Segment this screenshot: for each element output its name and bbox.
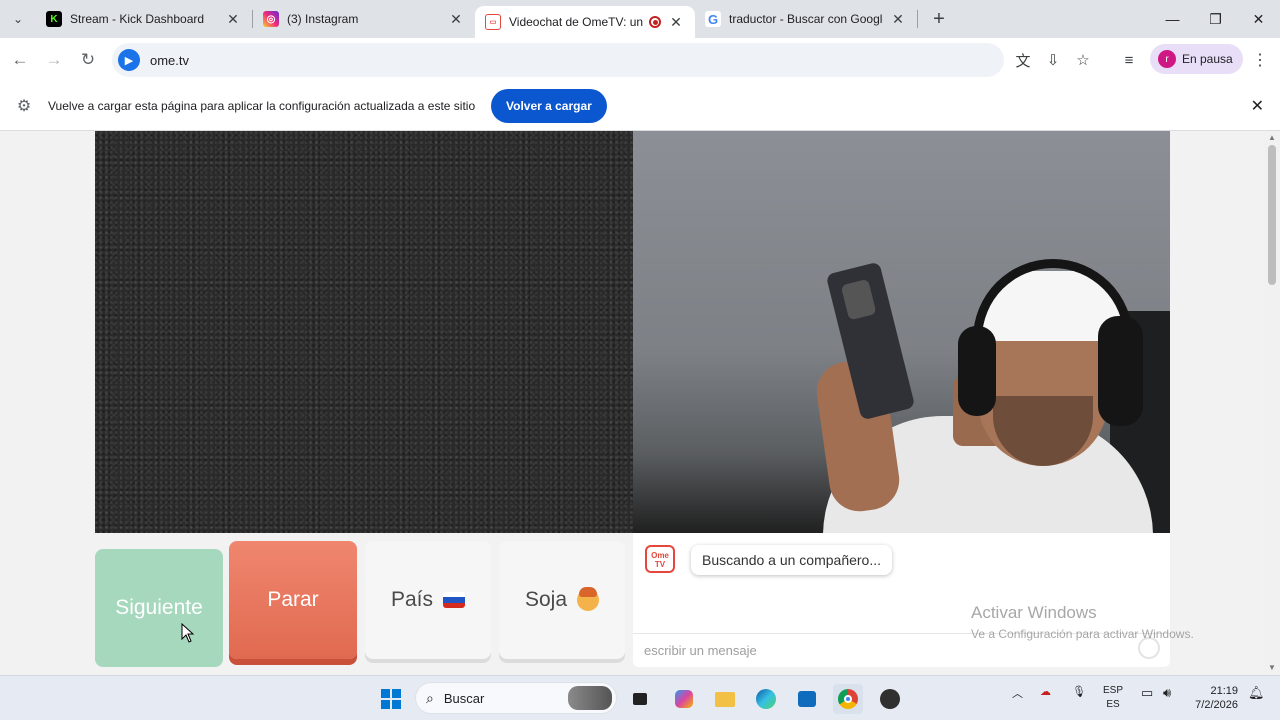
reload-infobar: ⚙ Vuelve a cargar esta página para aplic…	[0, 81, 1280, 131]
profile-button[interactable]: r En pausa	[1150, 44, 1243, 74]
instagram-icon: ◎	[263, 11, 279, 27]
person-emoji-icon	[577, 587, 600, 611]
tab-title: traductor - Buscar con Google	[729, 12, 883, 26]
tab-search-dropdown-icon[interactable]: ⌄	[0, 0, 36, 38]
site-info-icon[interactable]: ▶	[118, 49, 140, 71]
tab-strip: ⌄ K Stream - Kick Dashboard ✕ ◎ (3) Inst…	[0, 0, 1280, 38]
close-tab-icon[interactable]: ✕	[667, 13, 685, 31]
chrome-icon[interactable]	[833, 684, 863, 714]
tab-title: (3) Instagram	[287, 12, 359, 26]
partner-video	[95, 131, 633, 533]
gear-icon: ⚙	[16, 97, 32, 115]
close-tab-icon[interactable]: ✕	[447, 10, 465, 28]
tab-google-translate[interactable]: G traductor - Buscar con Google ✕	[695, 0, 917, 38]
clock-time: 21:19	[1210, 685, 1238, 697]
tab-title: Stream - Kick Dashboard	[70, 12, 205, 26]
bookmark-star-icon[interactable]: ☆	[1068, 45, 1098, 75]
chat-panel: Ome TV Buscando a un compañero... escrib…	[633, 533, 1170, 667]
gender-label: Soja	[524, 588, 568, 611]
restore-icon[interactable]: ❐	[1194, 0, 1237, 38]
onedrive-icon[interactable]: ☁	[1040, 685, 1051, 698]
ometv-page: Siguiente Parar País Soja Ome TV Buscand…	[0, 131, 1280, 675]
reload-icon[interactable]: ↻	[71, 43, 105, 77]
ometv-logo: Ome TV	[645, 545, 675, 573]
kick-icon: K	[46, 11, 62, 27]
infobar-message: Vuelve a cargar esta página para aplicar…	[48, 98, 476, 113]
minimize-icon[interactable]: —	[1151, 0, 1194, 38]
recording-icon	[649, 16, 661, 28]
language-top: ESP	[1102, 685, 1123, 696]
google-icon: G	[705, 11, 721, 27]
logo-text-bottom: TV	[654, 560, 666, 569]
copilot-icon[interactable]	[669, 684, 699, 714]
show-hidden-icons[interactable]: ︿	[1012, 685, 1023, 701]
microphone-icon[interactable]: 🎙︎	[1072, 685, 1086, 698]
language-bottom: ES	[1106, 699, 1120, 710]
search-highlight-icon	[568, 686, 612, 710]
tab-title: Videochat de OmeTV: una a	[509, 15, 643, 29]
volume-icon[interactable]: 🔊︎	[1163, 685, 1171, 701]
search-icon: ⌕	[426, 689, 434, 706]
browser-toolbar: ← → ↻ ▶ ome.tv 文 ⇩ ☆ ≡ r En pausa ⋮	[0, 38, 1280, 81]
reload-page-button[interactable]: Volver a cargar	[491, 89, 607, 123]
scroll-down-icon[interactable]: ▼	[1268, 664, 1276, 672]
task-view-icon[interactable]	[625, 684, 655, 714]
search-label: Buscar	[443, 690, 485, 706]
gender-button[interactable]: Soja	[499, 541, 625, 659]
close-infobar-icon[interactable]: ✕	[1251, 96, 1264, 116]
edge-icon[interactable]	[751, 684, 781, 714]
obs-icon[interactable]	[875, 684, 905, 714]
address-bar[interactable]: ▶ ome.tv	[112, 43, 1004, 77]
clock-date: 7/2/2026	[1195, 699, 1238, 711]
activate-windows-title: Activar Windows	[971, 603, 1097, 622]
ometv-icon: ▭	[485, 14, 501, 30]
media-controls-icon[interactable]: ≡	[1114, 45, 1144, 75]
back-icon[interactable]: ←	[3, 43, 37, 77]
tab-kick-dashboard[interactable]: K Stream - Kick Dashboard ✕	[36, 0, 252, 38]
logo-text-top: Ome	[651, 551, 669, 560]
window-controls: — ❐ ✕	[1151, 0, 1280, 38]
country-button[interactable]: País	[365, 541, 491, 659]
status-message: Buscando a un compañero...	[691, 545, 893, 575]
taskbar-search[interactable]: ⌕ Buscar	[415, 682, 617, 714]
tab-instagram[interactable]: ◎ (3) Instagram ✕	[253, 0, 475, 38]
scrollbar-thumb[interactable]	[1268, 145, 1276, 285]
page-scrollbar[interactable]: ▲ ▼	[1264, 131, 1280, 675]
headphone-right	[1098, 316, 1143, 426]
country-label: País	[390, 588, 434, 611]
headphone-left	[958, 326, 996, 416]
phone-camera-lens	[840, 278, 877, 321]
stop-button[interactable]: Parar	[229, 541, 357, 659]
taskbar-clock[interactable]: 21:19 7/2/2026	[1190, 684, 1238, 712]
scroll-up-icon[interactable]: ▲	[1268, 134, 1276, 142]
avatar: r	[1158, 50, 1176, 68]
forward-icon[interactable]: →	[37, 43, 71, 77]
more-menu-icon[interactable]: ⋮	[1246, 46, 1274, 74]
close-tab-icon[interactable]: ✕	[224, 10, 242, 28]
windows-start-icon[interactable]	[376, 684, 406, 714]
url-text[interactable]: ome.tv	[150, 53, 189, 68]
store-icon[interactable]	[792, 684, 822, 714]
windows-taskbar: ⌕ Buscar ︿ ☁ 🎙︎ ESP ES ▭ 🔊︎ 21:19 7/2/20…	[0, 675, 1280, 720]
close-tab-icon[interactable]: ✕	[889, 10, 907, 28]
next-button[interactable]: Siguiente	[95, 549, 223, 667]
file-explorer-icon[interactable]	[710, 684, 740, 714]
activate-windows-subtitle: Ve a Configuración para activar Windows.	[971, 627, 1194, 641]
toolbar-icons: 文 ⇩ ☆ ≡	[1008, 43, 1144, 77]
self-camera-video	[633, 131, 1170, 533]
new-tab-icon[interactable]: +	[924, 4, 954, 34]
network-icon[interactable]: ▭	[1141, 685, 1153, 701]
russia-flag-icon	[443, 592, 466, 608]
mouse-cursor-icon	[181, 623, 195, 643]
language-indicator[interactable]: ESP ES	[1101, 684, 1125, 712]
tab-ometv[interactable]: ▭ Videochat de OmeTV: una a ✕	[475, 6, 695, 38]
tab-separator	[917, 10, 918, 28]
close-window-icon[interactable]: ✕	[1237, 0, 1280, 38]
profile-label: En pausa	[1182, 52, 1233, 66]
notifications-icon[interactable]: 🔔︎	[1248, 685, 1265, 701]
install-app-icon[interactable]: ⇩	[1038, 45, 1068, 75]
translate-icon[interactable]: 文	[1008, 45, 1038, 75]
